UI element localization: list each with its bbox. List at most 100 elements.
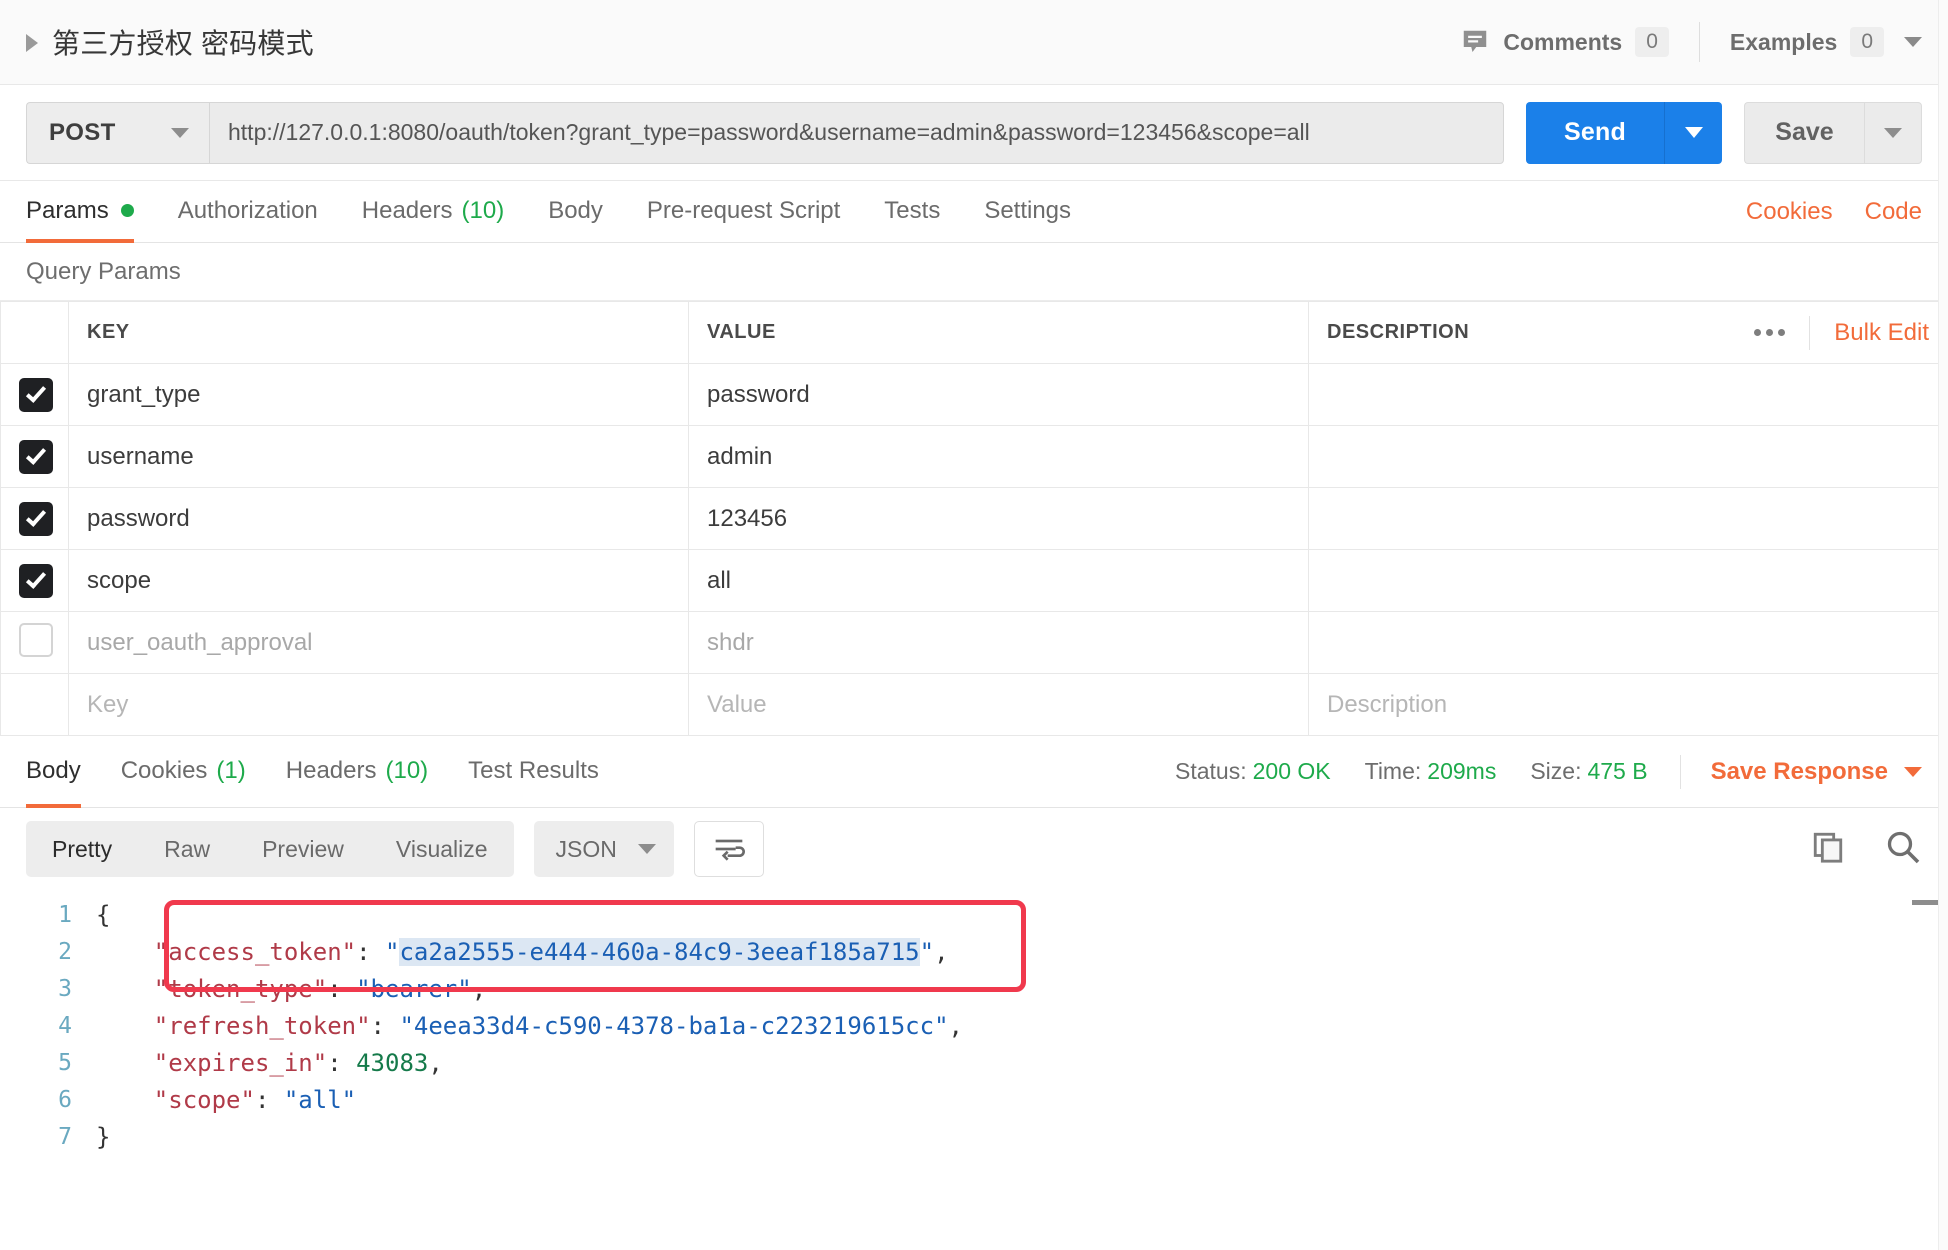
code-link[interactable]: Code	[1865, 198, 1922, 226]
tab-settings-label: Settings	[984, 196, 1072, 224]
row-key-cell[interactable]: grant_type	[68, 363, 689, 426]
copy-icon[interactable]	[1810, 830, 1846, 869]
table-row[interactable]: grant_type password	[0, 363, 1948, 426]
row-checkbox[interactable]	[19, 377, 53, 412]
row-description-cell[interactable]	[1308, 363, 1948, 426]
examples-count: 0	[1850, 27, 1884, 57]
row-description-cell[interactable]	[1308, 487, 1948, 550]
response-format-select[interactable]: JSON	[533, 821, 674, 877]
response-tab-headers[interactable]: Headers (10)	[286, 736, 428, 807]
comments-count: 0	[1635, 27, 1669, 57]
row-key-cell[interactable]: scope	[68, 549, 689, 612]
cookies-link[interactable]: Cookies	[1746, 198, 1833, 226]
row-checkbox[interactable]	[19, 501, 53, 536]
word-wrap-button[interactable]	[693, 821, 764, 877]
row-key-cell[interactable]: username	[68, 425, 689, 488]
row-value-cell[interactable]: password	[688, 363, 1309, 426]
row-checkbox-cell[interactable]	[0, 487, 69, 550]
row-key-cell[interactable]: password	[68, 487, 689, 550]
view-mode-preview[interactable]: Preview	[236, 821, 370, 877]
row-description-cell[interactable]	[1308, 611, 1948, 674]
new-param-row[interactable]: Key Value Description	[0, 673, 1948, 736]
save-options-button[interactable]	[1864, 101, 1922, 164]
tab-settings[interactable]: Settings	[984, 181, 1071, 242]
scrollbar-thumb[interactable]	[1912, 900, 1940, 905]
examples-button[interactable]: Examples 0	[1730, 27, 1922, 57]
response-tab-body[interactable]: Body	[26, 736, 81, 808]
response-body-code[interactable]: 1 { 2 "access_token": "ca2a2555-e444-460…	[0, 890, 1948, 1190]
search-icon[interactable]	[1884, 829, 1922, 870]
row-description-cell[interactable]	[1308, 425, 1948, 488]
response-tab-headers-label: Headers	[285, 756, 377, 784]
row-checkbox[interactable]	[19, 623, 53, 657]
row-checkbox-cell[interactable]	[0, 549, 69, 612]
tab-body[interactable]: Body	[548, 181, 603, 242]
more-options-icon[interactable]	[1754, 329, 1786, 336]
code-line: 4 "refresh_token": "4eea33d4-c590-4378-b…	[0, 1007, 1948, 1044]
tab-headers[interactable]: Headers (10)	[362, 181, 504, 242]
new-row-key-cell[interactable]: Key	[68, 673, 689, 736]
response-tab-cookies[interactable]: Cookies (1)	[121, 736, 246, 807]
comments-button[interactable]: Comments 0	[1460, 27, 1669, 57]
response-tab-test-results[interactable]: Test Results	[468, 736, 599, 807]
send-options-button[interactable]	[1664, 101, 1722, 164]
chevron-down-icon[interactable]	[1904, 37, 1922, 47]
row-value-value: 123456	[707, 504, 788, 532]
time-value: 209ms	[1427, 758, 1497, 784]
row-value-cell[interactable]: shdr	[688, 611, 1309, 674]
row-checkbox[interactable]	[19, 563, 53, 598]
table-row[interactable]: username admin	[0, 425, 1948, 488]
response-tab-headers-count: (10)	[385, 756, 429, 784]
table-row[interactable]: scope all	[0, 549, 1948, 612]
tab-tests-label: Tests	[884, 196, 941, 224]
chevron-down-icon[interactable]	[1904, 766, 1922, 777]
column-header-description-label: DESCRIPTION	[1327, 321, 1470, 343]
divider	[1809, 315, 1811, 350]
page-title: 第三方授权 密码模式	[52, 28, 314, 59]
table-row[interactable]: user_oauth_approval shdr	[0, 611, 1948, 674]
row-checkbox-cell[interactable]	[0, 363, 69, 426]
status-label: Status:	[1175, 758, 1247, 784]
row-checkbox-cell[interactable]	[0, 611, 69, 674]
http-method-select[interactable]: POST	[26, 101, 209, 164]
tab-authorization[interactable]: Authorization	[178, 181, 318, 242]
row-value-cell[interactable]: 123456	[688, 487, 1309, 550]
divider	[1679, 754, 1681, 789]
row-value-cell[interactable]: all	[688, 549, 1309, 612]
tab-params[interactable]: Params	[26, 181, 134, 243]
new-row-value-cell[interactable]: Value	[688, 673, 1309, 736]
bulk-edit-link[interactable]: Bulk Edit	[1834, 319, 1929, 347]
row-value-cell[interactable]: admin	[688, 425, 1309, 488]
view-mode-visualize[interactable]: Visualize	[370, 821, 514, 877]
code-line-content: "scope": "all"	[153, 1085, 357, 1114]
url-bar: POST http://127.0.0.1:8080/oauth/token?g…	[0, 85, 1948, 181]
view-mode-raw[interactable]: Raw	[138, 821, 236, 877]
chevron-down-icon	[171, 127, 189, 138]
code-line-content: "refresh_token": "4eea33d4-c590-4378-ba1…	[153, 1011, 963, 1040]
size-badge: Size: 475 B	[1530, 758, 1647, 785]
tab-pre-request-script[interactable]: Pre-request Script	[647, 181, 840, 242]
view-mode-pretty[interactable]: Pretty	[26, 821, 138, 877]
url-input[interactable]: http://127.0.0.1:8080/oauth/token?grant_…	[209, 101, 1504, 164]
row-key-cell[interactable]: user_oauth_approval	[68, 611, 689, 674]
row-checkbox-cell[interactable]	[0, 425, 69, 488]
new-row-description-cell[interactable]: Description	[1308, 673, 1948, 736]
row-key-value: scope	[87, 566, 152, 594]
collapse-triangle-icon[interactable]	[26, 34, 38, 52]
row-checkbox[interactable]	[19, 439, 53, 474]
table-row[interactable]: password 123456	[0, 487, 1948, 550]
chevron-down-icon	[1684, 127, 1703, 138]
size-value: 475 B	[1587, 758, 1648, 784]
tab-tests[interactable]: Tests	[884, 181, 940, 242]
new-row-checkbox-cell	[0, 673, 69, 736]
row-description-cell[interactable]	[1308, 549, 1948, 612]
save-response-button[interactable]: Save Response	[1711, 758, 1888, 786]
send-button[interactable]: Send	[1526, 101, 1664, 164]
response-view-actions	[1810, 829, 1922, 870]
new-row-value-placeholder: Value	[707, 690, 767, 718]
row-key-value: user_oauth_approval	[87, 628, 313, 656]
save-button[interactable]: Save	[1744, 101, 1864, 164]
request-tabs-links: Cookies Code	[1714, 181, 1922, 242]
line-number: 5	[58, 1049, 72, 1076]
code-line-content: {	[96, 900, 111, 929]
